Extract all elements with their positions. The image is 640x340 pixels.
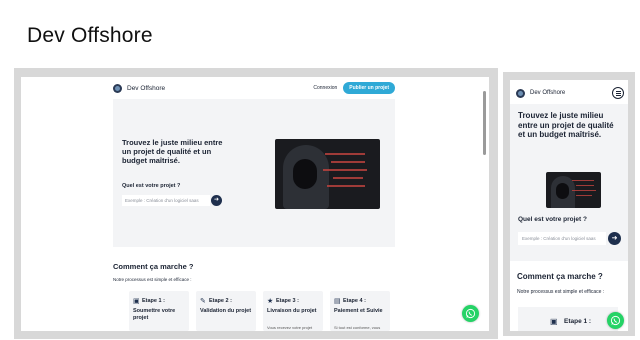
document-icon: ▣	[550, 317, 558, 326]
step-name: Livraison du projet	[267, 308, 317, 314]
desktop-navbar: Dev Offshore Connexion Publier un projet	[113, 77, 395, 99]
whatsapp-button[interactable]	[607, 312, 624, 329]
hamburger-menu-icon[interactable]	[612, 87, 624, 99]
step-label: Etape 3 :	[276, 298, 299, 304]
desktop-preview-frame: Dev Offshore Connexion Publier un projet…	[14, 68, 498, 339]
step-name: Paiement et Suivie	[334, 308, 383, 314]
step-card-3: ★ Etape 3 : Livraison du projet Vous rec…	[263, 291, 323, 331]
mobile-screen: Dev Offshore Trouvez le juste milieu ent…	[510, 80, 628, 331]
how-it-works-subtitle: Notre processus est simple et efficace :	[517, 289, 605, 295]
edit-document-icon: ✎	[200, 298, 206, 305]
step-name: Soumettre votre projet	[133, 308, 176, 321]
project-search-input[interactable]: Exemple : Création d'un logiciel saas	[122, 195, 210, 206]
step-label: Etape 2 :	[209, 298, 232, 304]
step-label: Etape 4 :	[343, 298, 366, 304]
step-label: Etape 1 :	[142, 298, 165, 304]
hero-title: Trouvez le juste milieu entre un projet …	[518, 111, 614, 139]
whatsapp-icon	[465, 308, 476, 319]
scroll-thumb[interactable]	[483, 91, 486, 155]
step-label: Etape 1 :	[564, 318, 592, 325]
money-icon: ▤	[334, 298, 341, 305]
step-name: Validation du projet	[200, 308, 252, 314]
desktop-screen: Dev Offshore Connexion Publier un projet…	[21, 77, 489, 331]
step-card-2: ✎ Etape 2 : Validation du projet	[196, 291, 256, 331]
whatsapp-button[interactable]	[462, 305, 479, 322]
submit-arrow-button[interactable]: ➜	[608, 232, 621, 245]
page: Dev Offshore Dev Offshore Connexion Publ…	[0, 0, 640, 340]
project-search-input[interactable]: Exemple : Création d'un logiciel saas	[518, 232, 606, 245]
step-card-1: ▣ Etape 1 :	[518, 307, 618, 331]
how-it-works-subtitle: Notre processus est simple et efficace :	[113, 277, 192, 282]
whatsapp-icon	[610, 315, 621, 326]
mobile-hero-section: Trouvez le juste milieu entre un projet …	[510, 104, 628, 261]
brand-name[interactable]: Dev Offshore	[530, 90, 565, 96]
mobile-preview-frame: Dev Offshore Trouvez le juste milieu ent…	[503, 72, 635, 336]
step-card-1: ▣ Etape 1 : Soumettre votre projet	[129, 291, 189, 331]
project-question: Quel est votre projet ?	[122, 183, 181, 189]
submit-arrow-button[interactable]: ➜	[211, 195, 222, 206]
step-description: Si tout est conforme, vous	[334, 325, 381, 330]
hooded-hacker-image	[275, 139, 380, 209]
scrollbar[interactable]	[483, 83, 486, 329]
page-title: Dev Offshore	[27, 24, 153, 47]
login-link[interactable]: Connexion	[313, 85, 337, 91]
logo-icon[interactable]	[113, 83, 122, 93]
star-icon: ★	[267, 298, 274, 305]
step-description: Vous recevez votre projet	[267, 325, 313, 330]
hero-title: Trouvez le juste milieu entre un projet …	[122, 138, 223, 165]
document-icon: ▣	[133, 298, 140, 305]
brand-name[interactable]: Dev Offshore	[127, 85, 165, 92]
step-card-4: ▤ Etape 4 : Paiement et Suivie Si tout e…	[330, 291, 390, 331]
how-it-works-title: Comment ça marche ?	[113, 262, 194, 271]
hero-section: Trouvez le juste milieu entre un projet …	[113, 99, 395, 247]
how-it-works-title: Comment ça marche ?	[517, 272, 603, 281]
logo-icon[interactable]	[516, 88, 525, 98]
publish-project-button[interactable]: Publier un projet	[343, 82, 395, 94]
hooded-hacker-image	[546, 172, 601, 208]
mobile-navbar: Dev Offshore	[516, 87, 624, 99]
project-question: Quel est votre projet ?	[518, 216, 587, 223]
